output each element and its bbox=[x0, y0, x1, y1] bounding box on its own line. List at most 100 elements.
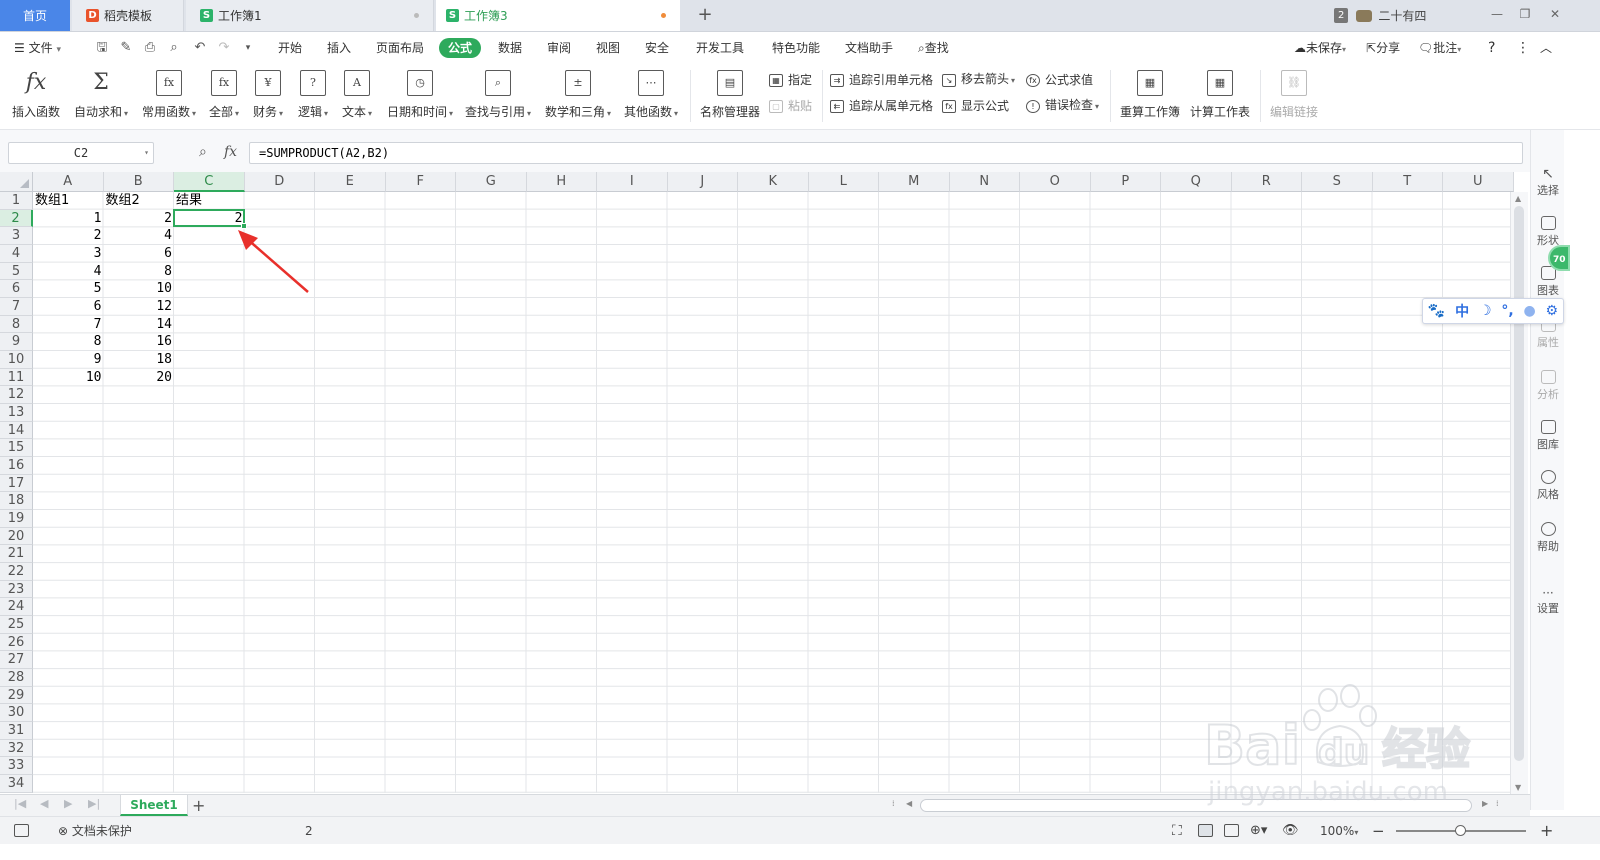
show-formulas-button[interactable]: fx 显示公式 bbox=[942, 96, 1009, 116]
paw-icon[interactable]: 🐾 bbox=[1428, 303, 1445, 319]
math-button[interactable]: ± 数学和三角 bbox=[542, 68, 614, 124]
format-painter-icon[interactable]: ✎ bbox=[118, 40, 134, 56]
menu-review[interactable]: 审阅 bbox=[547, 32, 571, 64]
normal-view-icon[interactable] bbox=[1198, 824, 1213, 837]
cell-a8[interactable]: 7 bbox=[33, 316, 104, 334]
share-button[interactable]: ⇱分享 bbox=[1366, 32, 1400, 64]
sidebar-item-settings[interactable]: ··· 设置 bbox=[1531, 586, 1565, 616]
all-functions-button[interactable]: fx 全部 bbox=[204, 68, 244, 124]
menu-insert[interactable]: 插入 bbox=[327, 32, 351, 64]
scroll-left-icon[interactable]: ◀ bbox=[906, 799, 912, 808]
moon-icon[interactable]: ☽ bbox=[1479, 303, 1492, 319]
protection-status[interactable]: ⊗ 文档未保护 bbox=[58, 817, 132, 845]
cell-b9[interactable]: 16 bbox=[104, 333, 175, 351]
comment-button[interactable]: 🗨批注▾ bbox=[1418, 32, 1461, 64]
close-icon[interactable]: ✕ bbox=[1546, 7, 1564, 21]
menu-page-layout[interactable]: 页面布局 bbox=[376, 32, 424, 64]
user-icon[interactable]: ● bbox=[1523, 303, 1535, 319]
more-icon[interactable]: ⋮ bbox=[1516, 32, 1530, 64]
sheet-tab-sheet1[interactable]: Sheet1 bbox=[120, 795, 188, 816]
gear-icon[interactable]: ⚙ bbox=[1546, 303, 1559, 319]
edit-links-button[interactable]: ⛓ 编辑链接 bbox=[1266, 68, 1322, 124]
unsaved-status-button[interactable]: ☁未保存▾ bbox=[1294, 32, 1346, 64]
customize-toolbar-icon[interactable]: ▾ bbox=[240, 40, 256, 56]
cell-a5[interactable]: 4 bbox=[33, 263, 104, 281]
cell-b4[interactable]: 6 bbox=[104, 245, 175, 263]
eye-protection-icon[interactable]: 👁 bbox=[1282, 817, 1299, 845]
cell-b11[interactable]: 20 bbox=[104, 369, 175, 387]
sidebar-item-shapes[interactable]: 形状 bbox=[1531, 216, 1565, 248]
paste-names-button[interactable]: ▢ 粘贴 bbox=[769, 96, 812, 116]
cell-a10[interactable]: 9 bbox=[33, 351, 104, 369]
menu-features[interactable]: 特色功能 bbox=[772, 32, 820, 64]
zoom-level[interactable]: 100%▾ bbox=[1320, 817, 1358, 845]
next-sheet-icon[interactable]: ▶ bbox=[64, 797, 72, 810]
page-break-view-icon[interactable] bbox=[1224, 824, 1239, 837]
trace-dependents-button[interactable]: ⇇ 追踪从属单元格 bbox=[830, 96, 933, 116]
last-sheet-icon[interactable]: ▶| bbox=[88, 797, 100, 810]
cell-a4[interactable]: 3 bbox=[33, 245, 104, 263]
cell-b6[interactable]: 10 bbox=[104, 280, 175, 298]
split-handle-icon[interactable]: ⁞ bbox=[1496, 799, 1499, 808]
prev-sheet-icon[interactable]: ◀ bbox=[40, 797, 48, 810]
name-manager-button[interactable]: ▤ 名称管理器 bbox=[698, 68, 762, 124]
cell-a7[interactable]: 6 bbox=[33, 298, 104, 316]
redo-icon[interactable]: ↷ bbox=[216, 40, 232, 56]
insert-function-button[interactable]: fx 插入函数 bbox=[8, 68, 64, 124]
new-tab-button[interactable]: + bbox=[694, 4, 716, 26]
cell-b7[interactable]: 12 bbox=[104, 298, 175, 316]
cell-b5[interactable]: 8 bbox=[104, 263, 175, 281]
help-icon[interactable]: ? bbox=[1488, 32, 1495, 64]
undo-icon[interactable]: ↶ bbox=[192, 40, 208, 56]
assign-button[interactable]: ▦ 指定 bbox=[769, 70, 812, 90]
cell-a9[interactable]: 8 bbox=[33, 333, 104, 351]
collapse-ribbon-icon[interactable]: ︿ bbox=[1540, 32, 1552, 64]
cell-a11[interactable]: 10 bbox=[33, 369, 104, 387]
datetime-button[interactable]: ◷ 日期和时间 bbox=[384, 68, 456, 124]
cell-a3[interactable]: 2 bbox=[33, 227, 104, 245]
fx-icon[interactable]: fx bbox=[224, 142, 237, 162]
sidebar-item-gallery[interactable]: 图库 bbox=[1531, 420, 1565, 452]
menu-view[interactable]: 视图 bbox=[596, 32, 620, 64]
menu-doc-assistant[interactable]: 文档助手 bbox=[845, 32, 893, 64]
print-icon[interactable]: ⎙ bbox=[142, 40, 158, 56]
error-check-button[interactable]: ! 错误检查 bbox=[1026, 96, 1099, 116]
restore-icon[interactable]: ❐ bbox=[1516, 7, 1534, 21]
cell-b2[interactable]: 2 bbox=[104, 210, 175, 228]
menu-developer[interactable]: 开发工具 bbox=[696, 32, 744, 64]
macro-icon[interactable] bbox=[14, 824, 29, 837]
menu-data[interactable]: 数据 bbox=[498, 32, 522, 64]
sidebar-item-help[interactable]: 帮助 bbox=[1531, 522, 1565, 554]
common-functions-button[interactable]: fx 常用函数 bbox=[138, 68, 200, 124]
remove-arrows-button[interactable]: ↘ 移去箭头 bbox=[942, 70, 1015, 90]
punctuation-icon[interactable]: °, bbox=[1501, 303, 1513, 319]
sidebar-item-select[interactable]: ↖ 选择 bbox=[1531, 166, 1565, 198]
first-sheet-icon[interactable]: |◀ bbox=[14, 797, 26, 810]
evaluate-formula-button[interactable]: fx 公式求值 bbox=[1026, 70, 1093, 90]
performance-badge[interactable]: 70 bbox=[1548, 245, 1570, 271]
scroll-up-icon[interactable]: ▲ bbox=[1515, 194, 1521, 203]
calc-sheet-button[interactable]: ▦ 计算工作表 bbox=[1188, 68, 1252, 124]
logic-button[interactable]: ? 逻辑 bbox=[293, 68, 333, 124]
vertical-scrollbar[interactable]: ▲ ▼ bbox=[1510, 192, 1528, 794]
cell-c1[interactable]: 结果 bbox=[174, 192, 245, 210]
zoom-slider-knob[interactable] bbox=[1455, 825, 1466, 836]
cell-b1[interactable]: 数组2 bbox=[104, 192, 175, 210]
fullscreen-icon[interactable]: ⛶ bbox=[1172, 817, 1182, 845]
cell-b8[interactable]: 14 bbox=[104, 316, 175, 334]
menu-security[interactable]: 安全 bbox=[645, 32, 669, 64]
menu-start[interactable]: 开始 bbox=[278, 32, 302, 64]
print-preview-icon[interactable]: ⌕ bbox=[166, 40, 182, 56]
search-button[interactable]: ⌕查找 bbox=[918, 32, 949, 64]
cell-a2[interactable]: 1 bbox=[33, 210, 104, 228]
cell-a6[interactable]: 5 bbox=[33, 280, 104, 298]
formula-input[interactable]: =SUMPRODUCT(A2,B2) bbox=[249, 142, 1523, 164]
save-icon[interactable]: 🖫 bbox=[94, 40, 110, 56]
add-sheet-button[interactable]: + bbox=[192, 795, 205, 816]
recalc-workbook-button[interactable]: ▦ 重算工作簿 bbox=[1118, 68, 1182, 124]
minimize-icon[interactable]: — bbox=[1488, 7, 1506, 21]
zoom-formula-icon[interactable]: ⌕ bbox=[199, 142, 207, 162]
file-menu[interactable]: ☰ 文件 ▾ bbox=[14, 32, 61, 64]
cell-b3[interactable]: 4 bbox=[104, 227, 175, 245]
window-switcher[interactable]: 2 二十有四 bbox=[1334, 0, 1426, 31]
